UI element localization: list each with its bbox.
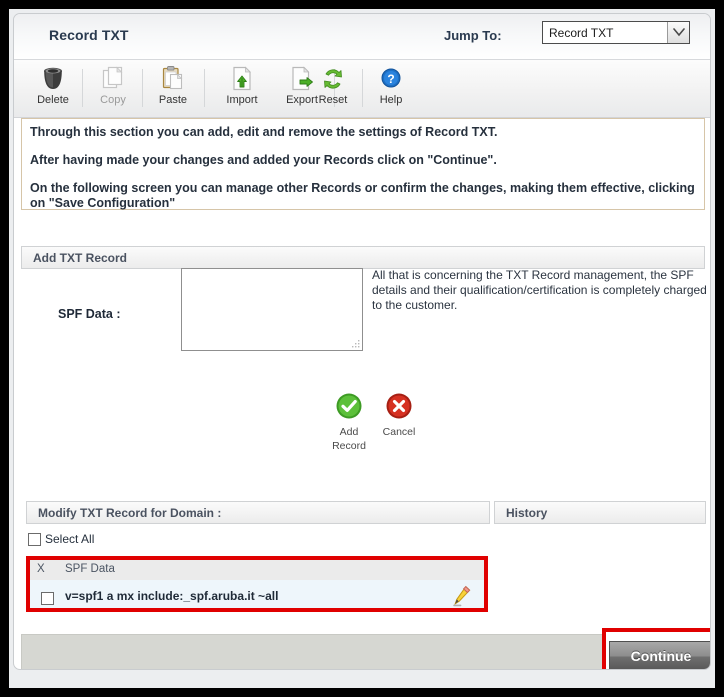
history-section-header: History	[494, 501, 706, 524]
toolbar-label-reset: Reset	[318, 94, 348, 106]
cancel-label: Cancel	[382, 426, 416, 438]
toolbar-separator	[142, 69, 143, 107]
toolbar-button-import[interactable]: Import	[213, 65, 271, 113]
toolbar: Delete Copy Paste Import Export Reset ? …	[14, 60, 710, 118]
toolbar-label-delete: Delete	[37, 94, 69, 106]
help-icon: ?	[362, 65, 420, 93]
jump-to-label: Jump To:	[444, 28, 502, 43]
toolbar-label-copy: Copy	[100, 94, 126, 106]
select-all-label: Select All	[45, 532, 95, 546]
row-checkbox[interactable]	[41, 589, 54, 607]
toolbar-separator	[204, 69, 205, 107]
cancel-circle-icon	[385, 393, 413, 424]
select-all-checkbox[interactable]: Select All	[28, 532, 94, 546]
check-circle-icon	[335, 393, 363, 424]
paste-icon	[144, 65, 202, 93]
instruction-line-2: After having made your changes and added…	[30, 153, 497, 167]
modify-section-title: Modify TXT Record for Domain :	[38, 506, 222, 520]
import-icon	[213, 65, 271, 93]
toolbar-button-paste[interactable]: Paste	[144, 65, 202, 113]
copy-icon	[84, 65, 142, 93]
chevron-down-icon	[667, 22, 689, 43]
continue-button[interactable]: Continue	[609, 641, 710, 669]
add-record-label-line2: Record	[332, 439, 366, 452]
add-record-section-title: Add TXT Record	[33, 251, 128, 265]
toolbar-button-copy[interactable]: Copy	[84, 65, 142, 113]
record-value: v=spf1 a mx include:_spf.aruba.it ~all	[65, 589, 279, 603]
column-header-spf-data: SPF Data	[65, 563, 115, 575]
page-title: Record TXT	[49, 27, 129, 43]
jump-to-select[interactable]: Record TXT	[542, 21, 690, 44]
toolbar-label-paste: Paste	[158, 94, 188, 106]
instruction-line-3: On the following screen you can manage o…	[30, 181, 695, 210]
jump-to-selected-value: Record TXT	[549, 26, 614, 40]
panel-header: Record TXT Jump To: Record TXT	[14, 14, 710, 60]
spf-data-label: SPF Data :	[58, 307, 121, 321]
browser-viewport: Record TXT Jump To: Record TXT Delete Co…	[9, 9, 715, 688]
table-row: v=spf1 a mx include:_spf.aruba.it ~all	[30, 580, 484, 608]
toolbar-label-help: Help	[379, 94, 403, 106]
toolbar-button-delete[interactable]: Delete	[24, 65, 82, 113]
record-table-highlight: X SPF Data v=spf1 a mx include:_spf.arub…	[26, 556, 488, 612]
resize-grip-icon	[352, 340, 360, 348]
record-txt-panel: Record TXT Jump To: Record TXT Delete Co…	[13, 13, 711, 670]
instructions-box: Through this section you can add, edit a…	[21, 118, 705, 210]
record-table-header: X SPF Data	[30, 560, 484, 581]
modify-section-header: Modify TXT Record for Domain :	[26, 501, 490, 524]
pencil-icon[interactable]	[452, 585, 472, 612]
toolbar-button-help[interactable]: ? Help	[362, 65, 420, 113]
add-record-section-header: Add TXT Record	[21, 246, 705, 269]
toolbar-button-reset[interactable]: Reset	[304, 65, 362, 113]
spf-data-input[interactable]	[181, 268, 363, 351]
history-section-title: History	[506, 506, 548, 520]
toolbar-label-import: Import	[226, 94, 258, 106]
checkbox-box[interactable]	[28, 533, 41, 546]
cancel-button[interactable]: Cancel	[369, 392, 429, 439]
instruction-line-1: Through this section you can add, edit a…	[30, 125, 498, 139]
reset-icon	[304, 65, 362, 93]
toolbar-separator	[82, 69, 83, 107]
spf-note-text: All that is concerning the TXT Record ma…	[372, 268, 707, 312]
column-header-x: X	[37, 563, 45, 575]
svg-text:?: ?	[387, 72, 394, 86]
trash-icon	[24, 65, 82, 93]
